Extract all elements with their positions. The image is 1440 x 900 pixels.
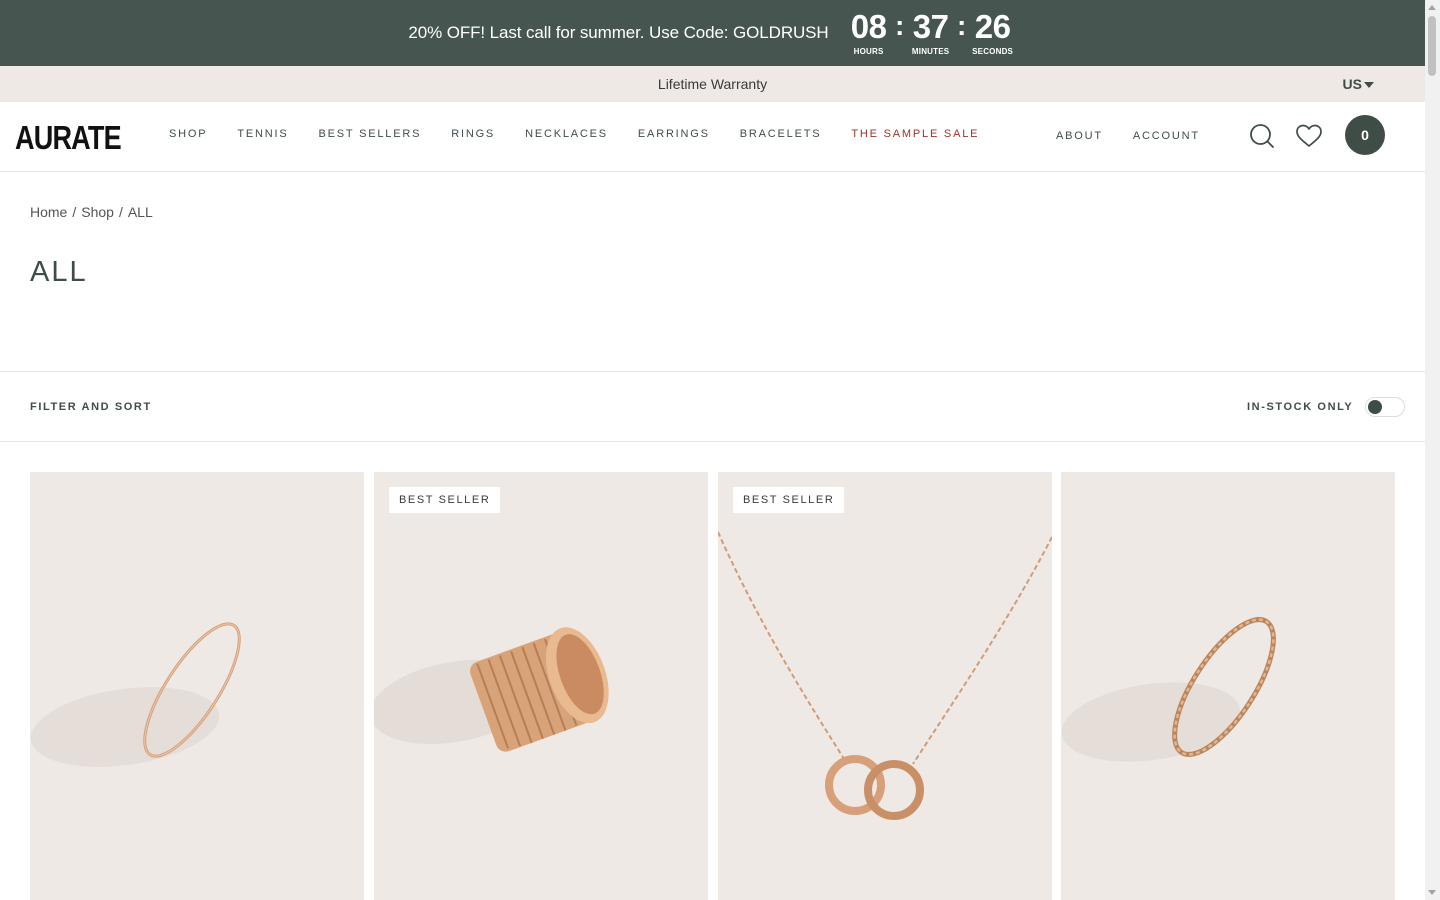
countdown-seconds: 26 SECONDS [969,7,1017,56]
ribbed-gold-band-image [374,627,609,752]
nav-account[interactable]: ACCOUNT [1133,130,1200,142]
page-scrollbar[interactable] [1425,0,1440,900]
search-icon[interactable] [1248,122,1276,150]
scroll-thumb[interactable] [1428,16,1436,76]
breadcrumb: Home / Shop / ALL [30,204,153,220]
countdown-timer: 08 HOURS : 37 MINUTES : 26 SECONDS [845,7,1017,56]
twisted-gold-ring-image [1061,617,1276,762]
region-label: US [1342,76,1362,92]
scroll-down-arrow-icon[interactable] [1428,890,1436,895]
countdown-separator: : [956,9,967,41]
cart-button[interactable]: 0 [1345,115,1385,155]
instock-label: IN-STOCK ONLY [1247,401,1354,413]
main-nav: SHOP TENNIS BEST SELLERS RINGS NECKLACES… [169,128,1009,140]
nav-about[interactable]: ABOUT [1056,130,1103,142]
product-card[interactable] [1061,472,1395,900]
breadcrumb-separator: / [118,204,123,220]
toggle-knob [1368,400,1382,414]
nav-tennis[interactable]: TENNIS [237,128,288,140]
page-title: ALL [30,256,88,288]
best-seller-badge: BEST SELLER [733,487,845,513]
countdown-seconds-label: SECONDS [972,46,1014,56]
countdown-hours-value: 08 [850,7,887,45]
filter-bar: FILTER AND SORT IN-STOCK ONLY [0,371,1425,442]
countdown-minutes-label: MINUTES [911,46,950,56]
promo-text: 20% OFF! Last call for summer. Use Code:… [408,23,829,42]
product-card[interactable] [30,472,364,900]
warranty-bar: Lifetime Warranty US [0,66,1425,102]
breadcrumb-shop[interactable]: Shop [81,204,114,220]
breadcrumb-home[interactable]: Home [30,204,67,220]
countdown-hours: 08 HOURS [845,7,893,56]
countdown-seconds-value: 26 [974,7,1011,45]
countdown-separator: : [894,9,905,41]
interlocking-circles-necklace-image [718,531,1052,820]
site-header: AURATE SHOP TENNIS BEST SELLERS RINGS NE… [0,102,1425,172]
countdown-minutes: 37 MINUTES [907,7,955,56]
secondary-nav: ABOUT ACCOUNT [1056,130,1230,142]
countdown-hours-label: HOURS [853,46,884,56]
scroll-up-arrow-icon[interactable] [1428,5,1436,10]
nav-rings[interactable]: RINGS [451,128,495,140]
nav-earrings[interactable]: EARRINGS [638,128,710,140]
nav-sample-sale[interactable]: THE SAMPLE SALE [851,128,979,140]
nav-shop[interactable]: SHOP [169,128,207,140]
nav-best-sellers[interactable]: BEST SELLERS [319,128,422,140]
filter-sort-button[interactable]: FILTER AND SORT [30,401,152,413]
breadcrumb-separator: / [72,204,77,220]
logo[interactable]: AURATE [15,119,122,157]
promo-banner: 20% OFF! Last call for summer. Use Code:… [0,0,1425,66]
cart-count: 0 [1361,127,1369,143]
heart-icon[interactable] [1295,122,1323,150]
nav-bracelets[interactable]: BRACELETS [740,128,822,140]
nav-necklaces[interactable]: NECKLACES [525,128,608,140]
product-card[interactable]: BEST SELLER [374,472,708,900]
product-card[interactable]: BEST SELLER [718,472,1052,900]
instock-toggle[interactable] [1365,397,1405,417]
thin-gold-ring-image [30,622,241,767]
warranty-text: Lifetime Warranty [657,76,768,92]
breadcrumb-current: ALL [127,204,153,220]
region-selector[interactable]: US [1343,76,1374,92]
best-seller-badge: BEST SELLER [389,487,501,513]
caret-down-icon [1364,81,1374,88]
countdown-minutes-value: 37 [912,7,949,45]
